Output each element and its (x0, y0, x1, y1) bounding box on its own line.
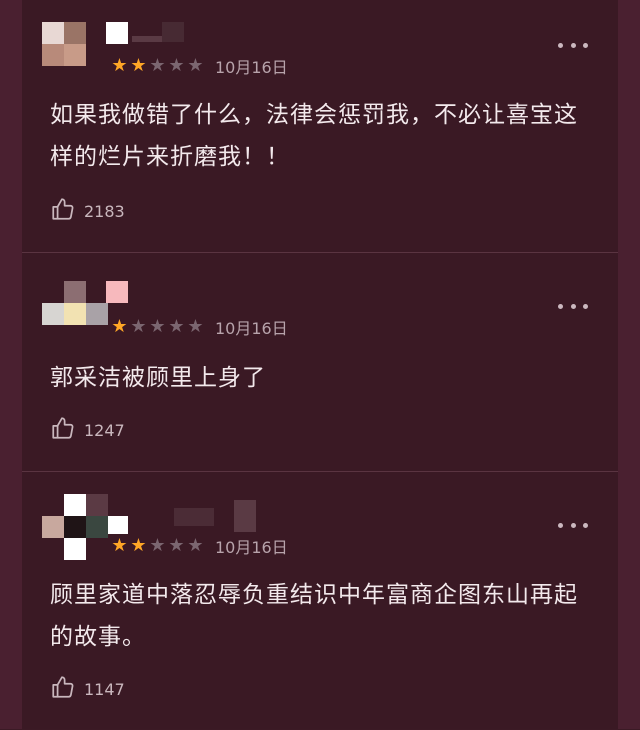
review-date: 10月16日 (215, 319, 288, 338)
rating-row: ★ ★ ★ ★ ★ 10月16日 (110, 54, 288, 78)
like-button[interactable]: 1247 (50, 415, 125, 445)
star-icon: ★ (111, 316, 128, 337)
thumbs-up-icon (50, 196, 76, 226)
like-count: 1247 (84, 420, 125, 440)
star-icon: ★ (168, 535, 185, 556)
review-feed[interactable]: ★ ★ ★ ★ ★ 10月16日 如果我做错了什么，法律会惩罚我，不必让喜宝这样的烂片来… (22, 0, 618, 729)
star-rating: ★ ★ ★ ★ ★ (110, 57, 205, 75)
page-edge-left (0, 0, 22, 729)
avatar[interactable] (42, 494, 128, 560)
review-date: 10月16日 (215, 58, 288, 77)
star-icon: ★ (187, 535, 204, 556)
star-icon: ★ (130, 55, 147, 76)
star-rating: ★ ★ ★ ★ ★ (110, 537, 205, 555)
star-icon: ★ (130, 316, 147, 337)
username-blurred[interactable] (132, 22, 202, 42)
review-date: 10月16日 (215, 538, 288, 557)
star-icon: ★ (149, 535, 166, 556)
like-count: 1147 (84, 679, 125, 699)
more-options-icon[interactable] (558, 38, 588, 52)
page-edge-right (618, 0, 640, 729)
review-card: ★ ★ ★ ★ ★ 10月16日 郭采洁被顾里上身了 1247 (22, 252, 618, 471)
username-blurred[interactable] (174, 500, 284, 532)
star-icon: ★ (111, 55, 128, 76)
review-text: 顾里家道中落忍辱负重结识中年富商企图东山再起的故事。 (50, 582, 578, 650)
review-card: ★ ★ ★ ★ ★ 10月16日 如果我做错了什么，法律会惩罚我，不必让喜宝这样的烂片来… (22, 0, 618, 252)
like-button[interactable]: 1147 (50, 674, 125, 704)
rating-row: ★ ★ ★ ★ ★ 10月16日 (110, 534, 288, 558)
star-icon: ★ (149, 316, 166, 337)
thumbs-up-icon (50, 415, 76, 445)
review-text: 郭采洁被顾里上身了 (50, 365, 266, 391)
star-icon: ★ (168, 55, 185, 76)
like-button[interactable]: 2183 (50, 196, 125, 226)
star-rating: ★ ★ ★ ★ ★ (110, 318, 205, 336)
star-icon: ★ (149, 55, 166, 76)
review-text: 如果我做错了什么，法律会惩罚我，不必让喜宝这样的烂片来折磨我！！ (50, 102, 578, 170)
star-icon: ★ (187, 55, 204, 76)
like-count: 2183 (84, 201, 125, 221)
thumbs-up-icon (50, 674, 76, 704)
more-options-icon[interactable] (558, 299, 588, 313)
star-icon: ★ (111, 535, 128, 556)
rating-row: ★ ★ ★ ★ ★ 10月16日 (110, 315, 288, 339)
star-icon: ★ (187, 316, 204, 337)
star-icon: ★ (168, 316, 185, 337)
star-icon: ★ (130, 535, 147, 556)
avatar[interactable] (42, 22, 128, 82)
avatar[interactable] (42, 281, 128, 341)
review-card: ★ ★ ★ ★ ★ 10月16日 顾里家道中落忍辱负重结识中年富商企图东山再起的故事。 … (22, 471, 618, 730)
more-options-icon[interactable] (558, 518, 588, 532)
